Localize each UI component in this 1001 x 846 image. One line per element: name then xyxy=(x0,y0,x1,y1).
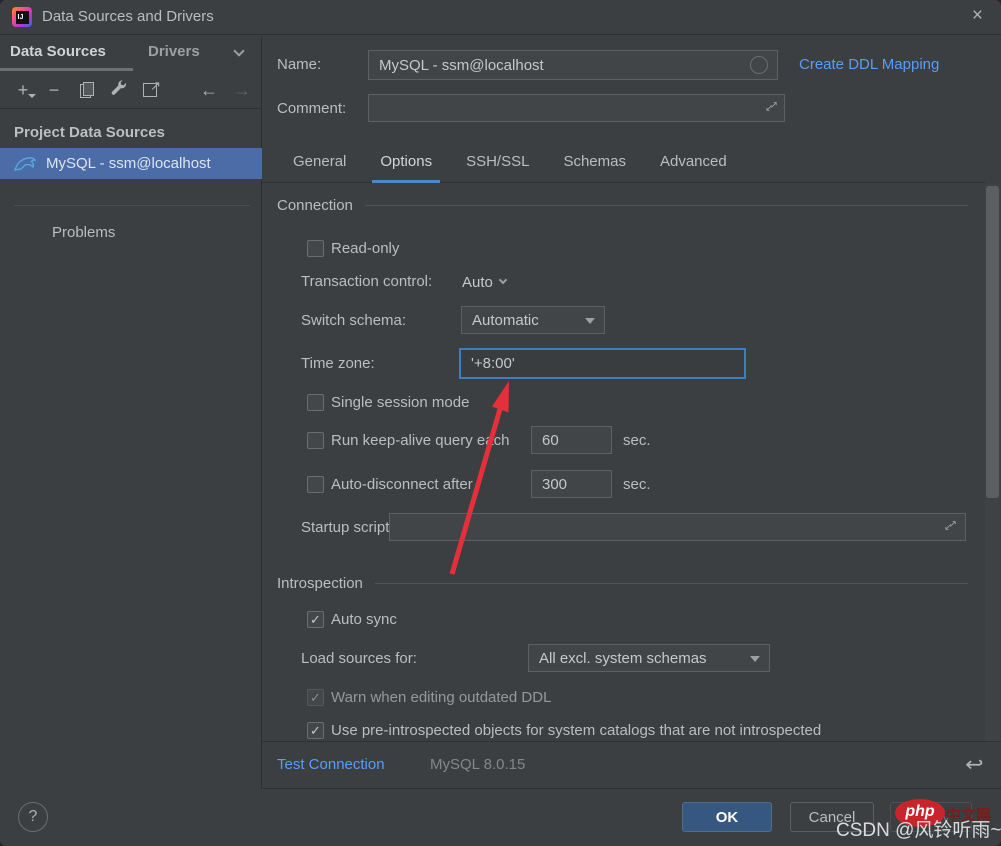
chevron-down-icon[interactable] xyxy=(233,45,244,56)
tab-general[interactable]: General xyxy=(285,145,354,183)
tree-group-header: Project Data Sources xyxy=(14,124,165,141)
startup-script-label: Startup script: xyxy=(301,519,394,536)
auto-disconnect-checkbox[interactable]: ✓ xyxy=(307,476,324,493)
startup-script-input[interactable] xyxy=(389,513,966,541)
undo-icon[interactable]: ↩ xyxy=(965,752,983,777)
remove-button[interactable]: − xyxy=(43,79,65,101)
pre-introspected-checkbox[interactable]: ✓ xyxy=(307,722,324,739)
tab-ssh-ssl[interactable]: SSH/SSL xyxy=(458,145,537,183)
help-button[interactable]: ? xyxy=(18,802,48,832)
single-session-label: Single session mode xyxy=(331,394,469,411)
export-icon xyxy=(143,83,157,97)
tab-drivers[interactable]: Drivers xyxy=(148,43,200,60)
left-tab-strip: Data Sources Drivers xyxy=(0,36,261,71)
csdn-watermark: CSDN @风铃听雨~ xyxy=(836,815,1001,842)
window-title: Data Sources and Drivers xyxy=(42,8,214,25)
connection-section-header: Connection xyxy=(277,197,968,214)
single-session-checkbox[interactable]: ✓ xyxy=(307,394,324,411)
scrollbar-thumb[interactable] xyxy=(986,186,999,498)
comment-label: Comment: xyxy=(277,100,346,117)
data-sources-dialog: IJ Data Sources and Drivers × Data Sourc… xyxy=(0,0,1001,846)
chevron-down-icon[interactable] xyxy=(499,276,507,284)
load-sources-value: All excl. system schemas xyxy=(539,650,707,667)
comment-input[interactable] xyxy=(368,94,785,122)
introspection-section-title: Introspection xyxy=(277,575,363,592)
introspection-section-header: Introspection xyxy=(277,575,968,592)
name-status-circle-icon xyxy=(750,56,768,74)
auto-sync-checkbox[interactable]: ✓ xyxy=(307,611,324,628)
main-tab-strip: General Options SSH/SSL Schemas Advanced xyxy=(262,145,985,183)
left-panel: Data Sources Drivers + − ← → Project Dat… xyxy=(0,36,262,789)
intellij-logo-icon: IJ xyxy=(12,7,32,27)
warn-outdated-label: Warn when editing outdated DDL xyxy=(331,689,551,706)
section-divider xyxy=(365,205,968,206)
keep-alive-interval-input[interactable] xyxy=(531,426,612,454)
tab-options[interactable]: Options xyxy=(372,145,440,183)
copy-icon xyxy=(80,82,93,97)
expand-icon[interactable]: ↗↙ xyxy=(944,520,957,533)
name-input[interactable] xyxy=(368,50,778,80)
keep-alive-unit: sec. xyxy=(623,432,651,449)
time-zone-label: Time zone: xyxy=(301,355,375,372)
name-label: Name: xyxy=(277,56,321,73)
mysql-dolphin-icon xyxy=(14,156,36,172)
auto-disconnect-unit: sec. xyxy=(623,476,651,493)
duplicate-button[interactable] xyxy=(75,79,97,101)
show-in-explorer-button[interactable] xyxy=(139,79,161,101)
tab-advanced[interactable]: Advanced xyxy=(652,145,735,183)
create-ddl-mapping-link[interactable]: Create DDL Mapping xyxy=(799,56,939,73)
pre-introspected-label: Use pre-introspected objects for system … xyxy=(331,722,821,739)
ok-button[interactable]: OK xyxy=(682,802,772,832)
load-sources-select[interactable]: All excl. system schemas xyxy=(528,644,770,672)
switch-schema-select[interactable]: Automatic xyxy=(461,306,605,334)
keep-alive-checkbox[interactable]: ✓ xyxy=(307,432,324,449)
forward-button[interactable]: → xyxy=(231,79,253,101)
warn-outdated-checkbox[interactable]: ✓ xyxy=(307,689,324,706)
transaction-control-label: Transaction control: xyxy=(301,273,432,290)
read-only-checkbox[interactable]: ✓ xyxy=(307,240,324,257)
options-panel: Connection ✓ Read-only Transaction contr… xyxy=(262,184,985,741)
expand-icon[interactable]: ↗↙ xyxy=(765,101,778,114)
close-icon[interactable]: × xyxy=(972,5,983,27)
test-connection-link[interactable]: Test Connection xyxy=(277,756,385,773)
tab-data-sources[interactable]: Data Sources xyxy=(10,43,106,60)
tab-schemas[interactable]: Schemas xyxy=(555,145,634,183)
problems-item[interactable]: Problems xyxy=(52,224,115,241)
wrench-icon xyxy=(110,79,127,96)
tree-separator xyxy=(14,205,250,206)
auto-disconnect-label: Auto-disconnect after xyxy=(331,476,473,493)
connection-section-title: Connection xyxy=(277,197,353,214)
dropdown-arrow-icon xyxy=(750,656,760,662)
add-button[interactable]: + xyxy=(12,79,34,101)
keep-alive-label: Run keep-alive query each xyxy=(331,432,509,449)
switch-schema-value: Automatic xyxy=(472,312,539,329)
section-divider xyxy=(375,583,968,584)
driver-properties-button[interactable] xyxy=(107,79,129,101)
title-bar: IJ Data Sources and Drivers × xyxy=(0,0,1001,35)
read-only-label: Read-only xyxy=(331,240,399,257)
datasource-tree-item[interactable]: MySQL - ssm@localhost xyxy=(0,148,262,179)
dropdown-arrow-icon xyxy=(585,318,595,324)
switch-schema-label: Switch schema: xyxy=(301,312,406,329)
transaction-control-value[interactable]: Auto xyxy=(462,274,493,291)
database-version-text: MySQL 8.0.15 xyxy=(430,756,525,773)
vertical-scrollbar[interactable] xyxy=(985,184,1000,741)
left-toolbar: + − ← → xyxy=(0,71,261,109)
auto-sync-label: Auto sync xyxy=(331,611,397,628)
back-button[interactable]: ← xyxy=(198,79,220,101)
load-sources-label: Load sources for: xyxy=(301,650,417,667)
datasource-label: MySQL - ssm@localhost xyxy=(46,155,211,172)
auto-disconnect-interval-input[interactable] xyxy=(531,470,612,498)
time-zone-input[interactable] xyxy=(459,348,746,379)
status-bar: Test Connection MySQL 8.0.15 ↩ xyxy=(262,741,1001,789)
